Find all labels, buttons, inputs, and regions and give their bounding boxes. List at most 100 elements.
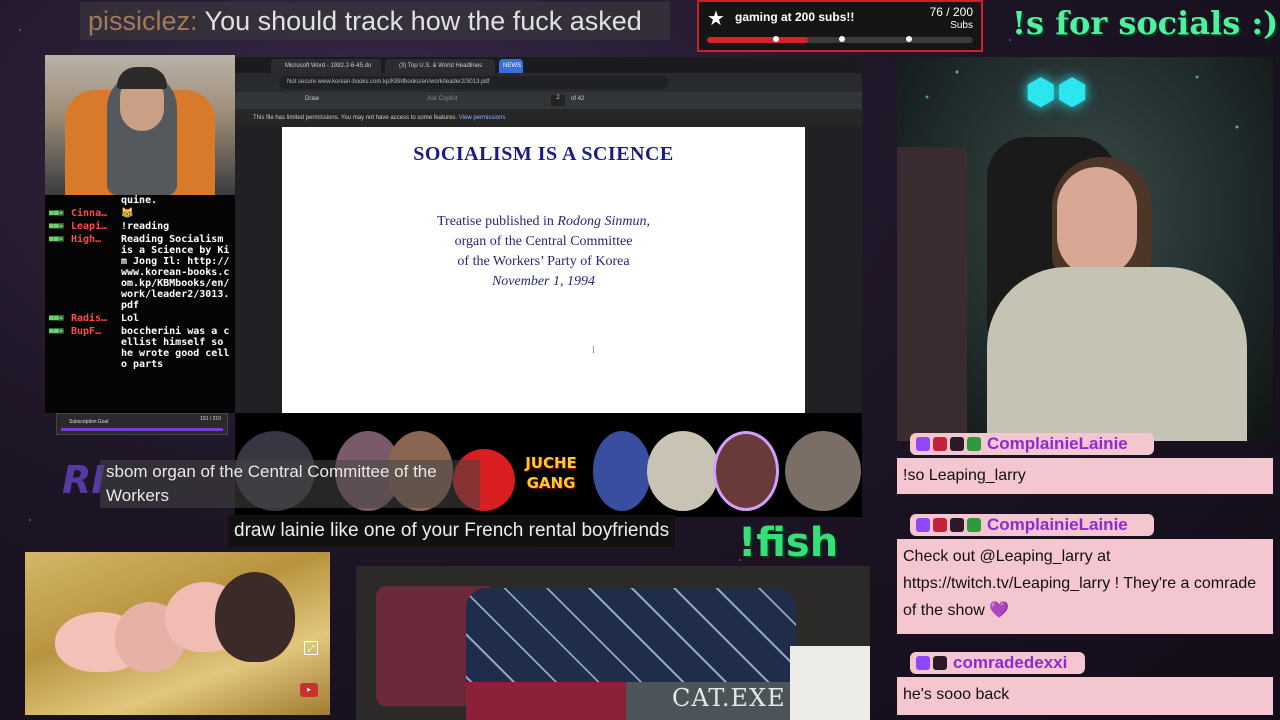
pink-cloth xyxy=(466,682,636,720)
chat-row-username[interactable] xyxy=(71,195,121,206)
chat-badges-icon: ■■▣ xyxy=(49,313,64,322)
view-permissions-link[interactable]: View permissions xyxy=(459,115,506,121)
chat-row-username[interactable]: Cinna… xyxy=(71,208,121,219)
mini-goal-bar xyxy=(61,428,223,431)
chat-message-text: he's sooo back xyxy=(903,686,1010,703)
chat-username[interactable]: comradedexxi xyxy=(953,653,1067,673)
chat-row: ■■▣ Leapi… !reading xyxy=(45,221,235,232)
document-date: November 1, 1994 xyxy=(491,274,596,289)
browser-tab-news[interactable]: NEWS xyxy=(499,59,523,73)
browser-tab-word[interactable]: Microsoft Word - 1992.2-6-45.do xyxy=(271,59,381,73)
mini-goal-label: Subscription Goal xyxy=(69,419,109,425)
chat-message-card: he's sooo back xyxy=(897,677,1273,715)
pdf-page: SOCIALISM IS A SCIENCE Treatise publishe… xyxy=(282,127,805,413)
chat-row: ■■▣ BupF… boccherini was a cellist himself… xyxy=(45,326,235,370)
ticker-username: pissiclez: xyxy=(88,6,198,36)
chat-row: quine. xyxy=(45,195,235,206)
sub-goal-count: 76 / 200 xyxy=(929,5,973,19)
subscribe-button[interactable]: ▶ xyxy=(300,683,318,697)
sub-goal-widget: ★ gaming at 200 subs!! 76 / 200 Subs xyxy=(697,0,983,52)
channel-logo-text: RI xyxy=(62,458,106,502)
chat-row-text: Lol xyxy=(121,313,140,324)
twitch-icon xyxy=(916,656,930,670)
progress-marker xyxy=(773,36,779,42)
pdf-browser-window: Microsoft Word - 1992.2-6-45.do (3) Top … xyxy=(235,57,862,413)
ticker-message: You should track how the fuck asked xyxy=(197,6,642,36)
twitch-icon xyxy=(916,518,930,532)
chat-row-text: 😹 xyxy=(121,208,134,219)
draw-tool-button[interactable]: Draw xyxy=(305,96,319,102)
permissions-text: This file has limited permissions. You m… xyxy=(253,115,458,121)
document-title: SOCIALISM IS A SCIENCE xyxy=(413,143,674,165)
hexagon-light-icon: ⬢⬢ xyxy=(1025,71,1088,112)
twitch-icon xyxy=(916,437,930,451)
gift-badge-icon xyxy=(967,518,981,532)
chat-row-username[interactable]: High… xyxy=(71,234,121,311)
browser-tab-headlines[interactable]: (3) Top U.S. & World Headlines xyxy=(385,59,495,73)
robot-badge-icon xyxy=(950,518,964,532)
chat-badges-icon: ■■▣ xyxy=(49,208,64,217)
progress-marker xyxy=(839,36,845,42)
robot-badge-icon xyxy=(950,437,964,451)
document-subtitle: Treatise published in Rodong Sinmun, org… xyxy=(282,212,805,292)
address-bar-row: Not secure www.korean-books.com.kp/KBMbo… xyxy=(235,73,862,92)
star-icon: ★ xyxy=(707,8,725,30)
chat-row-username[interactable]: Radis… xyxy=(71,313,121,324)
page-number-input[interactable]: 2 xyxy=(551,95,565,106)
ask-copilot-button[interactable]: Ask Copilot xyxy=(427,96,457,102)
top-chat-ticker: pissiclez: You should track how the fuck… xyxy=(80,2,670,40)
subtitle-line3: of the Workers’ Party of Korea xyxy=(457,254,630,269)
permissions-notice: This file has limited permissions. You m… xyxy=(235,109,862,127)
chat-row-text: boccherini was a cellist himself so he w… xyxy=(121,326,230,370)
video-badge-icon xyxy=(933,518,947,532)
chat-message-text: !so Leaping_larry xyxy=(903,467,1026,484)
text-cursor-icon: I xyxy=(592,345,595,355)
pdf-toolbar: Draw Ask Copilot 2 of 42 xyxy=(235,92,862,109)
mini-subscription-goal: Subscription Goal 191 / 210 xyxy=(56,413,228,435)
piglet xyxy=(215,572,295,662)
guest-webcam xyxy=(45,55,235,195)
chat-message-card: Check out @Leaping_larry at https://twit… xyxy=(897,539,1273,634)
juche-gang-emote: JUCHE GANG xyxy=(525,454,577,492)
cat-emote-icon xyxy=(647,431,719,511)
chat-row-username[interactable]: BupF… xyxy=(71,326,121,370)
guest-chat-panel: quine. ■■▣ Cinna… 😹 ■■▣ Leapi… !reading ■■▣ High… xyxy=(45,195,235,413)
chat-row-username[interactable]: Leapi… xyxy=(71,221,121,232)
chat-row: ■■▣ Radis… Lol xyxy=(45,313,235,324)
chat-header: comradedexxi xyxy=(910,652,1085,674)
expand-icon[interactable]: ⤢ xyxy=(304,641,318,655)
chat-badges-icon: ■■▣ xyxy=(49,234,64,243)
chat-row-text: quine. xyxy=(121,195,158,206)
chat-username[interactable]: ComplainieLainie xyxy=(987,515,1128,535)
chat-message-card: !so Leaping_larry xyxy=(897,458,1273,494)
chat-badges-icon xyxy=(49,195,71,206)
chat-badges-icon: ■■▣ xyxy=(49,221,64,230)
tts-caption-overlay: sbom organ of the Central Committee of t… xyxy=(100,460,480,508)
sub-goal-progress-fill xyxy=(707,37,809,43)
newspaper-name: Rodong Sinmun xyxy=(557,214,647,229)
chat-header: ComplainieLainie xyxy=(910,433,1154,455)
emote-figure-icon xyxy=(593,431,651,511)
emote-cap-icon xyxy=(785,431,861,511)
chat-header: ComplainieLainie xyxy=(910,514,1154,536)
chat-row-text: Reading Socialism is a Science by Kim Jo… xyxy=(121,234,230,311)
video-badge-icon xyxy=(933,437,947,451)
chat-username[interactable]: ComplainieLainie xyxy=(987,434,1128,454)
beanie-hat xyxy=(117,67,167,89)
url-field[interactable]: Not secure www.korean-books.com.kp/KBMbo… xyxy=(279,76,669,89)
chat-message-text: Check out @Leaping_larry at https://twit… xyxy=(903,548,1257,619)
sub-goal-title: gaming at 200 subs!! xyxy=(735,10,855,24)
streamer-webcam: ⬢⬢ xyxy=(897,57,1273,441)
emote-face-icon xyxy=(713,431,779,511)
piglet-cam: ⤢ ▶ xyxy=(25,552,330,715)
page-count: of 42 xyxy=(571,96,585,102)
progress-marker xyxy=(906,36,912,42)
fish-command-text: !fish xyxy=(738,520,839,566)
chat-badges-icon: ■■▣ xyxy=(49,326,64,335)
chat-row-text: !reading xyxy=(121,221,170,232)
chat-row: ■■▣ Cinna… 😹 xyxy=(45,208,235,219)
browser-tab-strip: Microsoft Word - 1992.2-6-45.do (3) Top … xyxy=(235,57,862,73)
subtitle-line2: organ of the Central Committee xyxy=(454,234,633,249)
sub-goal-unit: Subs xyxy=(950,20,973,31)
white-sheet xyxy=(790,646,870,720)
